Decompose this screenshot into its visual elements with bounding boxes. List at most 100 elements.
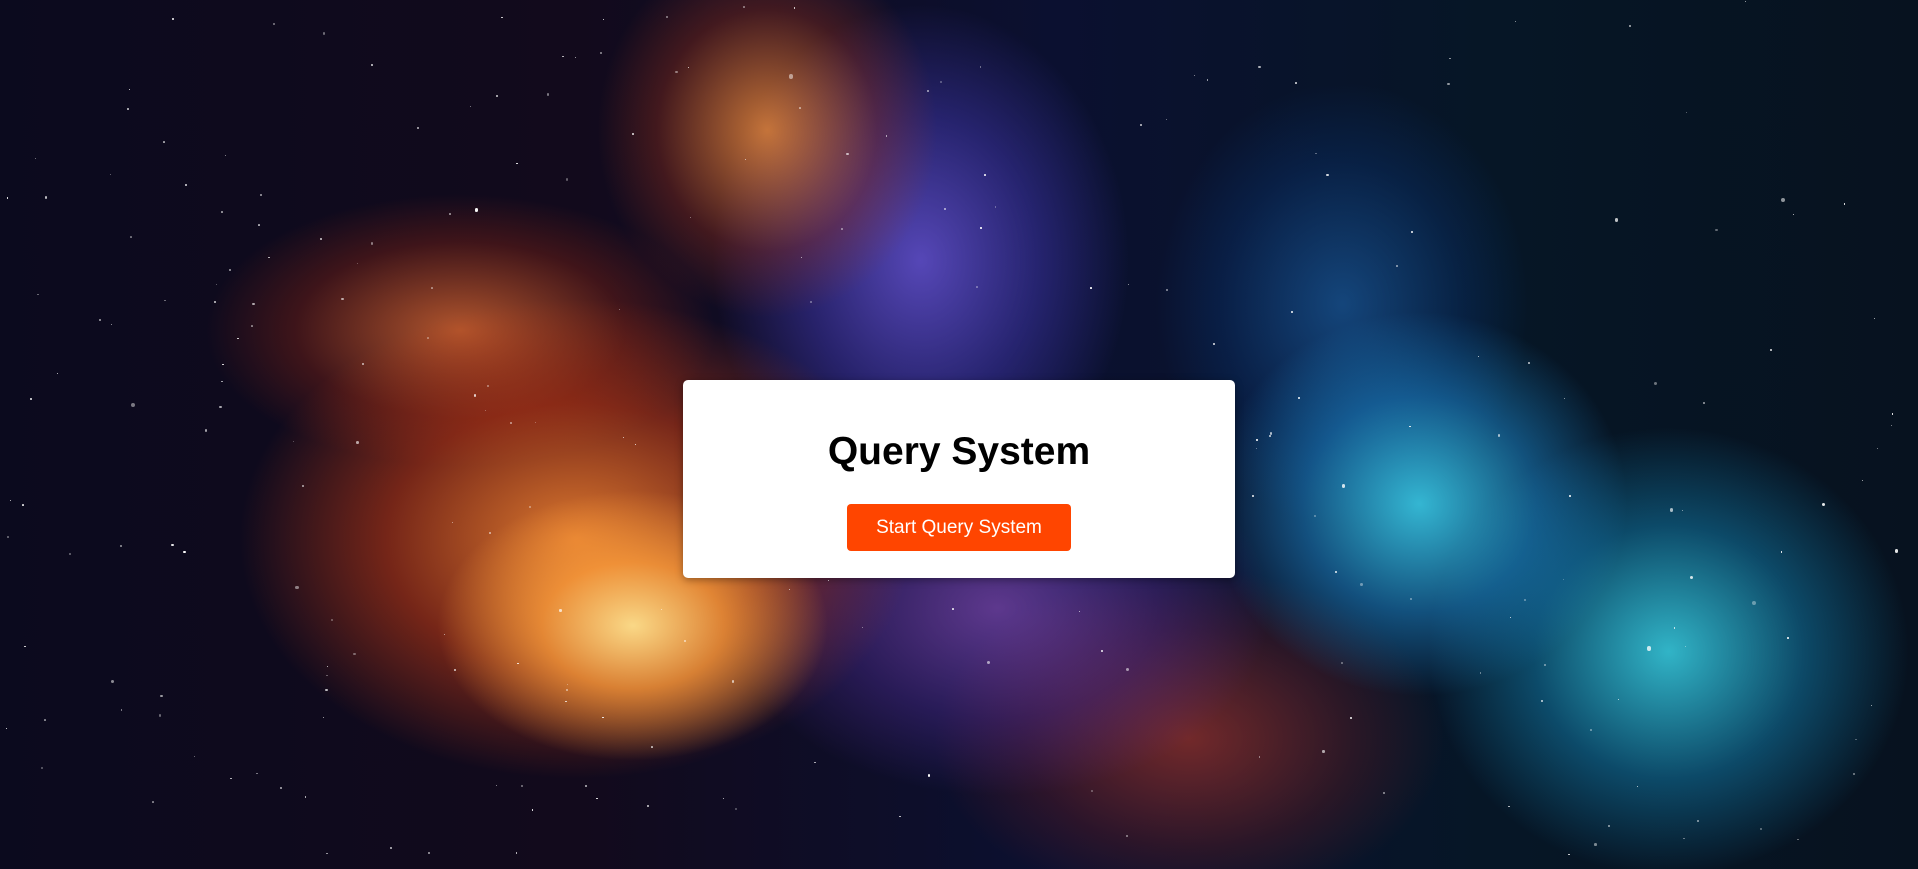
star <box>1194 74 1196 76</box>
star <box>473 394 477 397</box>
star <box>743 6 745 8</box>
star <box>689 216 691 218</box>
star <box>34 158 36 160</box>
star <box>1873 317 1875 319</box>
star <box>1212 342 1215 345</box>
star <box>1861 480 1863 482</box>
star <box>171 543 174 547</box>
star <box>810 300 813 303</box>
star <box>634 444 637 446</box>
start-query-system-button[interactable]: Start Query System <box>847 504 1071 551</box>
star <box>469 105 471 107</box>
star <box>1636 786 1638 788</box>
star <box>596 798 598 800</box>
star <box>1315 152 1317 155</box>
star <box>163 299 166 302</box>
star <box>1590 729 1592 732</box>
star <box>723 797 725 800</box>
star <box>650 745 653 748</box>
star <box>162 141 165 143</box>
star <box>1682 509 1684 511</box>
star <box>1165 118 1167 120</box>
star <box>1515 21 1517 23</box>
star <box>1101 650 1104 653</box>
star <box>99 319 102 322</box>
star <box>1683 837 1685 839</box>
star <box>528 506 531 509</box>
star <box>1091 790 1094 793</box>
star <box>57 372 59 374</box>
star <box>1891 424 1893 426</box>
star <box>40 766 43 769</box>
star <box>1563 578 1565 580</box>
star <box>521 785 524 788</box>
star <box>1876 448 1878 450</box>
star <box>1617 699 1619 701</box>
star <box>846 152 849 156</box>
star <box>185 183 188 186</box>
star <box>952 607 955 610</box>
star <box>535 422 537 424</box>
star <box>646 804 649 807</box>
star <box>1295 82 1297 85</box>
star <box>1751 601 1756 606</box>
star <box>565 177 569 181</box>
star <box>862 627 864 629</box>
star <box>1569 494 1571 497</box>
star <box>1797 838 1799 840</box>
star <box>268 256 270 259</box>
star <box>272 22 275 25</box>
star <box>814 761 816 764</box>
star <box>561 55 564 58</box>
star <box>687 66 690 69</box>
star <box>899 815 901 818</box>
star <box>353 652 356 656</box>
star <box>389 846 393 850</box>
star <box>516 852 518 854</box>
star <box>485 410 487 412</box>
star <box>1409 425 1411 427</box>
star <box>1614 218 1619 222</box>
star <box>683 640 686 643</box>
star <box>22 504 24 506</box>
star <box>1628 25 1632 28</box>
star <box>255 772 258 775</box>
star <box>326 852 328 854</box>
star <box>1715 228 1718 231</box>
star <box>799 106 801 109</box>
star <box>1685 111 1688 113</box>
star <box>1744 0 1747 3</box>
star <box>152 801 154 803</box>
star <box>674 70 678 74</box>
star <box>566 683 568 686</box>
star <box>160 694 163 698</box>
star <box>600 52 602 54</box>
star <box>1689 575 1694 579</box>
star <box>260 193 263 196</box>
star <box>330 618 333 621</box>
star <box>1786 636 1789 639</box>
star <box>44 196 48 199</box>
query-system-card: Query System Start Query System <box>683 380 1235 578</box>
star <box>1697 820 1700 822</box>
star <box>120 545 123 548</box>
star <box>1255 447 1258 450</box>
star <box>1341 662 1344 665</box>
star <box>1322 750 1325 753</box>
star <box>302 484 305 487</box>
star <box>793 7 796 9</box>
star <box>927 774 931 777</box>
star <box>69 552 72 555</box>
star <box>1449 57 1451 60</box>
star <box>362 362 365 366</box>
star <box>1206 79 1209 81</box>
star <box>632 132 635 135</box>
star <box>1079 610 1081 612</box>
star <box>1382 792 1385 795</box>
star <box>1769 349 1773 352</box>
star <box>984 173 987 176</box>
star <box>666 15 669 18</box>
star <box>1855 739 1857 741</box>
star <box>1359 582 1363 586</box>
star <box>1350 717 1353 720</box>
